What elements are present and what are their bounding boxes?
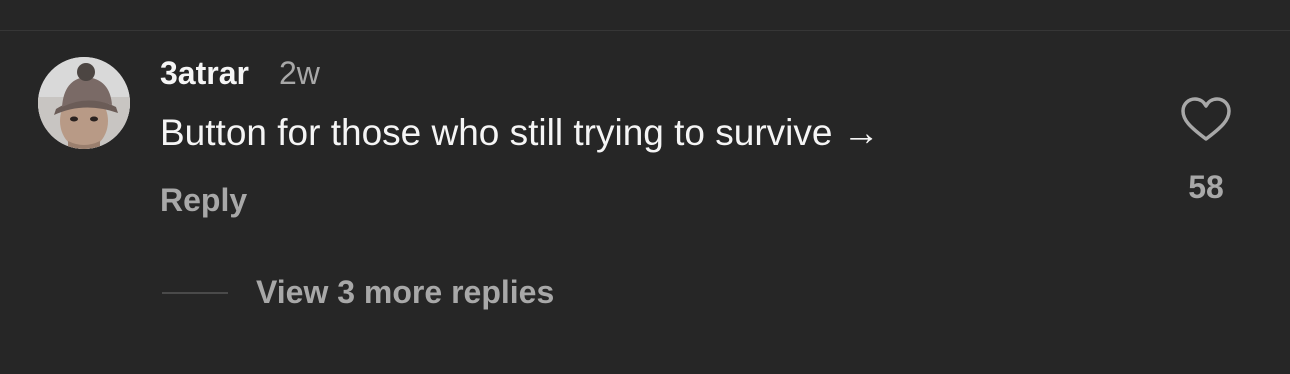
like-count: 58: [1188, 169, 1224, 205]
timestamp: 2w: [279, 55, 320, 91]
reply-button[interactable]: Reply: [160, 181, 247, 219]
avatar[interactable]: [38, 57, 130, 149]
replies-divider-line: [162, 292, 228, 294]
avatar-image-icon: [38, 57, 130, 149]
username[interactable]: 3atrar: [160, 54, 249, 92]
heart-outline-icon: [1181, 97, 1231, 141]
view-more-replies-button[interactable]: View 3 more replies: [256, 273, 554, 311]
top-divider: [0, 30, 1290, 31]
like-button[interactable]: [1180, 96, 1232, 144]
comment-text: Button for those who still trying to sur…: [160, 112, 880, 153]
